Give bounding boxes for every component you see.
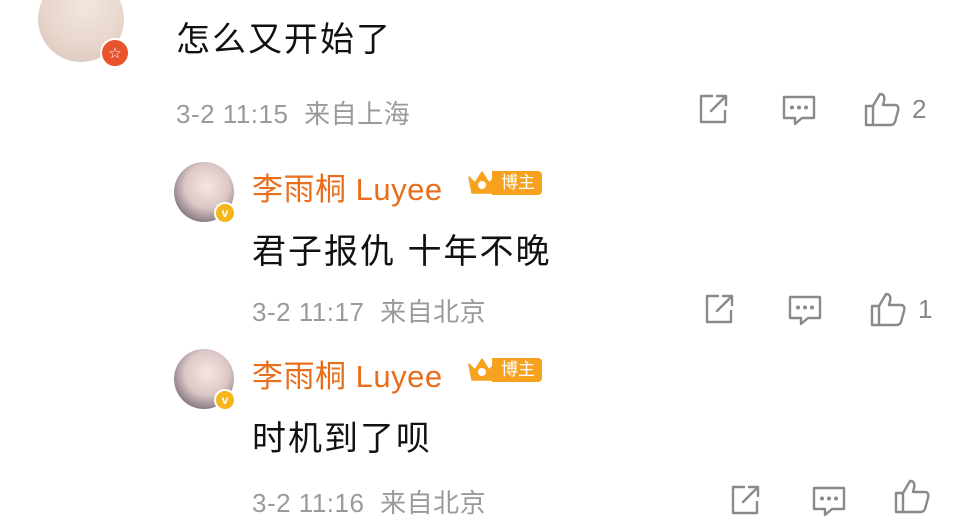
- blogger-tag-label: 博主: [492, 171, 542, 195]
- reply-text: 时机到了呗: [252, 420, 432, 458]
- comment-icon: [812, 486, 846, 517]
- like-button[interactable]: 1: [868, 290, 932, 328]
- reply-meta: 3-2 11:16 来自北京: [252, 483, 486, 520]
- reply-item: v 李雨桐 Luyee 博主 君子报仇 十年不晚 3-2 11:17 来自北京: [0, 150, 960, 335]
- reply-time: 3-2 11:16: [252, 488, 365, 518]
- verified-badge-icon: v: [214, 202, 236, 224]
- comment-meta: 3-2 11:15 来自上海: [176, 94, 410, 131]
- reply-text: 君子报仇 十年不晚: [252, 233, 552, 271]
- avatar[interactable]: ☆: [38, 0, 130, 68]
- reply-item: v 李雨桐 Luyee 博主 时机到了呗 3-2 11:16 来自北京: [0, 337, 960, 518]
- comment-time: 3-2 11:15: [176, 99, 289, 129]
- thumbs-up-icon: [894, 479, 930, 514]
- share-button[interactable]: [696, 92, 730, 126]
- star-badge-icon: ☆: [100, 38, 130, 68]
- share-icon: [699, 94, 728, 124]
- share-icon: [705, 294, 734, 324]
- blogger-tag: 博主: [466, 355, 542, 385]
- reply-username[interactable]: 李雨桐 Luyee: [252, 164, 443, 209]
- reply-location: 来自北京: [380, 488, 487, 518]
- crown-icon: [468, 171, 496, 194]
- blogger-tag-label: 博主: [492, 358, 542, 382]
- comment-item: ☆ 怎么又开始了 3-2 11:15 来自上海 2: [0, 0, 960, 150]
- comment-text: 怎么又开始了: [176, 21, 392, 59]
- comment-icon: [788, 295, 822, 326]
- share-icon: [731, 485, 760, 515]
- comment-location: 来自上海: [304, 99, 411, 129]
- reply-meta: 3-2 11:17 来自北京: [252, 292, 486, 329]
- like-button[interactable]: [892, 477, 942, 515]
- thumbs-up-icon: [870, 292, 906, 327]
- thumbs-up-icon: [864, 92, 900, 127]
- reply-button[interactable]: [780, 92, 818, 128]
- share-button[interactable]: [728, 483, 762, 517]
- verified-badge-icon: v: [214, 389, 236, 411]
- reply-button[interactable]: [810, 483, 848, 519]
- like-button[interactable]: 2: [862, 90, 926, 128]
- reply-button[interactable]: [786, 292, 824, 328]
- reply-username[interactable]: 李雨桐 Luyee: [252, 351, 443, 396]
- reply-location: 来自北京: [380, 297, 487, 327]
- share-button[interactable]: [702, 292, 736, 326]
- reply-time: 3-2 11:17: [252, 297, 365, 327]
- like-count: 1: [918, 293, 933, 324]
- avatar[interactable]: v: [174, 349, 236, 411]
- avatar[interactable]: v: [174, 162, 236, 224]
- comment-icon: [782, 95, 816, 126]
- crown-icon: [468, 358, 496, 381]
- blogger-tag: 博主: [466, 168, 542, 198]
- like-count: 2: [912, 93, 927, 124]
